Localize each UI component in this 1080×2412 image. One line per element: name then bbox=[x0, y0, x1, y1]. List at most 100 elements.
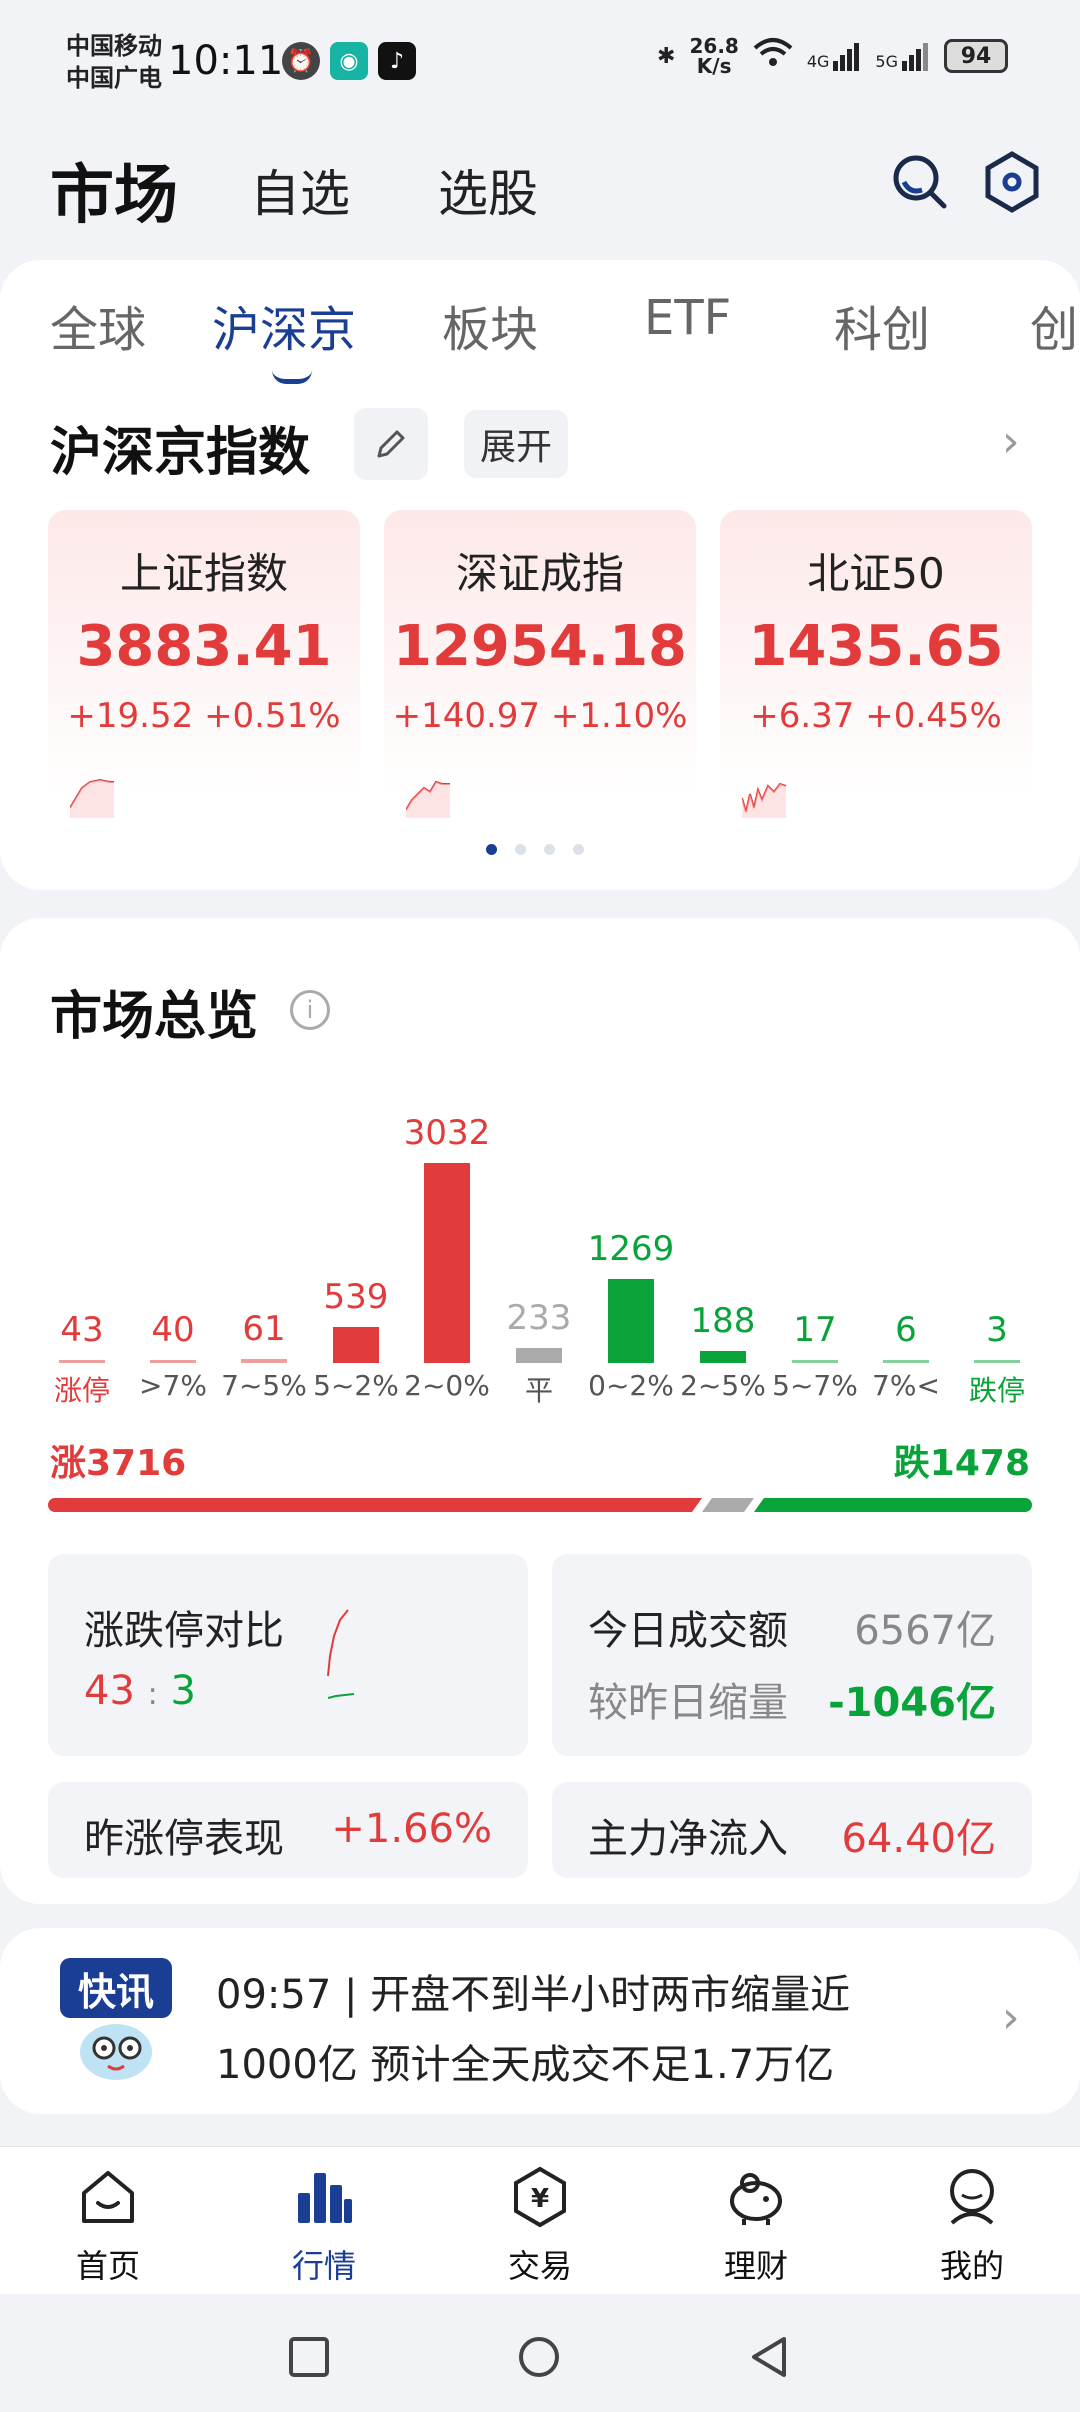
index-change-abs: +19.52 bbox=[67, 696, 194, 736]
search-icon[interactable] bbox=[888, 150, 952, 214]
index-section-title: 沪深京指数 bbox=[50, 423, 311, 483]
carrier-info: 中国移动 中国广电 bbox=[66, 30, 162, 94]
tab-watchlist[interactable]: 自选 bbox=[250, 154, 350, 226]
bar-2 bbox=[241, 1359, 287, 1363]
bluetooth-icon: ✱ bbox=[657, 43, 676, 69]
turnover-compare-title: 较昨日缩量 bbox=[588, 1680, 788, 1726]
index-change: +19.52 +0.51% bbox=[48, 696, 360, 736]
carousel-dot bbox=[573, 844, 584, 855]
bar-6 bbox=[608, 1279, 654, 1363]
subtab-a-share[interactable]: 沪深京 bbox=[212, 290, 356, 360]
bar-count: 3 bbox=[986, 1310, 1008, 1350]
main-inflow-value: 64.40亿 bbox=[841, 1816, 996, 1862]
limit-down-count: 3 bbox=[170, 1668, 196, 1714]
index-card-sse[interactable]: 上证指数 3883.41 +19.52 +0.51% bbox=[48, 510, 360, 830]
chevron-right-icon[interactable]: › bbox=[1002, 416, 1020, 467]
status-bar: 中国移动 中国广电 10:11 ⏰ ◉ ♪ ✱ 26.8 K/s 4G 5G 9… bbox=[0, 0, 1080, 120]
bar-4 bbox=[424, 1163, 470, 1363]
settings-hexagon-icon[interactable] bbox=[980, 150, 1044, 214]
main-inflow-title: 主力净流入 bbox=[588, 1816, 788, 1862]
news-flash-logo: 快讯 bbox=[60, 1958, 180, 2086]
notification-icons: ⏰ ◉ ♪ bbox=[282, 42, 416, 80]
net-speed-unit: K/s bbox=[696, 54, 732, 78]
turnover-compare-value: -1046亿 bbox=[828, 1680, 996, 1726]
pencil-icon bbox=[377, 430, 405, 458]
nav-profile[interactable]: 我的 bbox=[902, 2165, 1042, 2287]
yesterday-limit-title: 昨涨停表现 bbox=[84, 1816, 284, 1862]
index-change-abs: +6.37 bbox=[750, 696, 855, 736]
up-down-ratio-bar bbox=[48, 1498, 1032, 1512]
yesterday-limit-card[interactable]: 昨涨停表现 +1.66% bbox=[48, 1782, 528, 1878]
limit-compare-title: 涨跌停对比 bbox=[84, 1608, 284, 1654]
limit-compare-card[interactable]: 涨跌停对比 43 : 3 bbox=[48, 1554, 528, 1756]
market-overview-panel: 市场总览 i 43 涨停 40 >7% 61 7~5% 539 5~2% 3032 2~0% 233… bbox=[0, 918, 1080, 1904]
status-time: 10:11 bbox=[168, 38, 284, 84]
page-title: 市场 bbox=[50, 159, 178, 233]
index-change-pct: +0.51% bbox=[204, 696, 341, 736]
turnover-card[interactable]: 今日成交额 6567亿 较昨日缩量 -1046亿 bbox=[552, 1554, 1032, 1756]
top-nav: 市场 自选 选股 bbox=[0, 140, 1080, 250]
limit-compare-values: 43 : 3 bbox=[84, 1668, 196, 1714]
nav-market[interactable]: 行情 bbox=[254, 2165, 394, 2287]
news-logo-badge: 快讯 bbox=[60, 1958, 172, 2018]
up-count-label: 涨3716 bbox=[50, 1443, 187, 1484]
carousel-dot bbox=[544, 844, 555, 855]
limit-trend-sparkline bbox=[327, 1609, 355, 1699]
down-count-label: 跌1478 bbox=[893, 1443, 1030, 1484]
nav-market-label: 行情 bbox=[291, 2247, 356, 2285]
market-icon bbox=[298, 2173, 352, 2223]
bar-3 bbox=[333, 1327, 379, 1363]
carrier-2: 中国广电 bbox=[66, 64, 162, 92]
index-value: 1435.65 bbox=[748, 614, 1004, 679]
limit-up-count: 43 bbox=[84, 1668, 135, 1714]
subtab-sector[interactable]: 板块 bbox=[442, 290, 538, 360]
carousel-dot bbox=[515, 844, 526, 855]
net-speed: 26.8 K/s bbox=[689, 36, 738, 76]
subtab-star[interactable]: 科创 bbox=[834, 290, 930, 360]
back-button[interactable] bbox=[748, 2336, 790, 2378]
nav-trade[interactable]: ¥ 交易 bbox=[470, 2165, 610, 2287]
index-card-szse[interactable]: 深证成指 12954.18 +140.97 +1.10% bbox=[384, 510, 696, 830]
main-inflow-card[interactable]: 主力净流入 64.40亿 bbox=[552, 1782, 1032, 1878]
chevron-right-icon[interactable]: › bbox=[1002, 1992, 1020, 2043]
nav-home-label: 首页 bbox=[75, 2247, 140, 2285]
nav-wealth[interactable]: 理财 bbox=[686, 2165, 826, 2287]
nav-home[interactable]: 首页 bbox=[38, 2165, 178, 2287]
index-card-bse50[interactable]: 北证50 1435.65 +6.37 +0.45% bbox=[720, 510, 1032, 830]
svg-text:¥: ¥ bbox=[531, 2184, 549, 2214]
expand-button[interactable]: 展开 bbox=[464, 410, 568, 478]
battery-icon: 94 bbox=[944, 39, 1008, 73]
bar-5 bbox=[516, 1348, 562, 1363]
turnover-title: 今日成交额 bbox=[588, 1608, 788, 1654]
wifi-icon bbox=[753, 36, 793, 76]
index-value: 3883.41 bbox=[76, 614, 332, 679]
tab-stock-picker[interactable]: 选股 bbox=[438, 154, 538, 226]
limit-separator: : bbox=[147, 1677, 158, 1712]
bar-10 bbox=[974, 1360, 1020, 1363]
bar-label: 跌停 bbox=[968, 1374, 1025, 1407]
signal-5g-label: 5G bbox=[875, 52, 898, 71]
bar-count: 539 bbox=[323, 1277, 389, 1317]
bar-0 bbox=[59, 1360, 105, 1363]
carousel-indicator bbox=[486, 844, 584, 855]
news-headline: 09:57 | 开盘不到半小时两市缩量近1000亿 预计全天成交不足1.7万亿 bbox=[216, 1972, 851, 2088]
index-value: 12954.18 bbox=[392, 614, 688, 679]
index-name: 深证成指 bbox=[455, 549, 624, 598]
nav-profile-label: 我的 bbox=[939, 2247, 1004, 2285]
bar-8 bbox=[792, 1360, 838, 1363]
sparkline bbox=[742, 782, 787, 818]
index-change: +140.97 +1.10% bbox=[384, 696, 696, 736]
bar-9 bbox=[883, 1360, 929, 1363]
edit-button[interactable] bbox=[354, 408, 428, 480]
subtab-chinext[interactable]: 创 bbox=[1030, 290, 1078, 360]
mascot-icon bbox=[80, 2024, 152, 2080]
subtab-etf[interactable]: ETF bbox=[644, 290, 731, 346]
recents-button[interactable] bbox=[288, 2336, 330, 2378]
news-flash[interactable]: 快讯 09:57 | 开盘不到半小时两市缩量近1000亿 预计全天成交不足1.7… bbox=[0, 1928, 1080, 2114]
info-icon[interactable]: i bbox=[290, 990, 330, 1030]
app-notify-icon: ◉ bbox=[330, 42, 368, 80]
active-tab-indicator bbox=[272, 370, 312, 384]
subtab-global[interactable]: 全球 bbox=[50, 290, 146, 360]
bar-1 bbox=[150, 1360, 196, 1363]
home-button[interactable] bbox=[518, 2336, 560, 2378]
